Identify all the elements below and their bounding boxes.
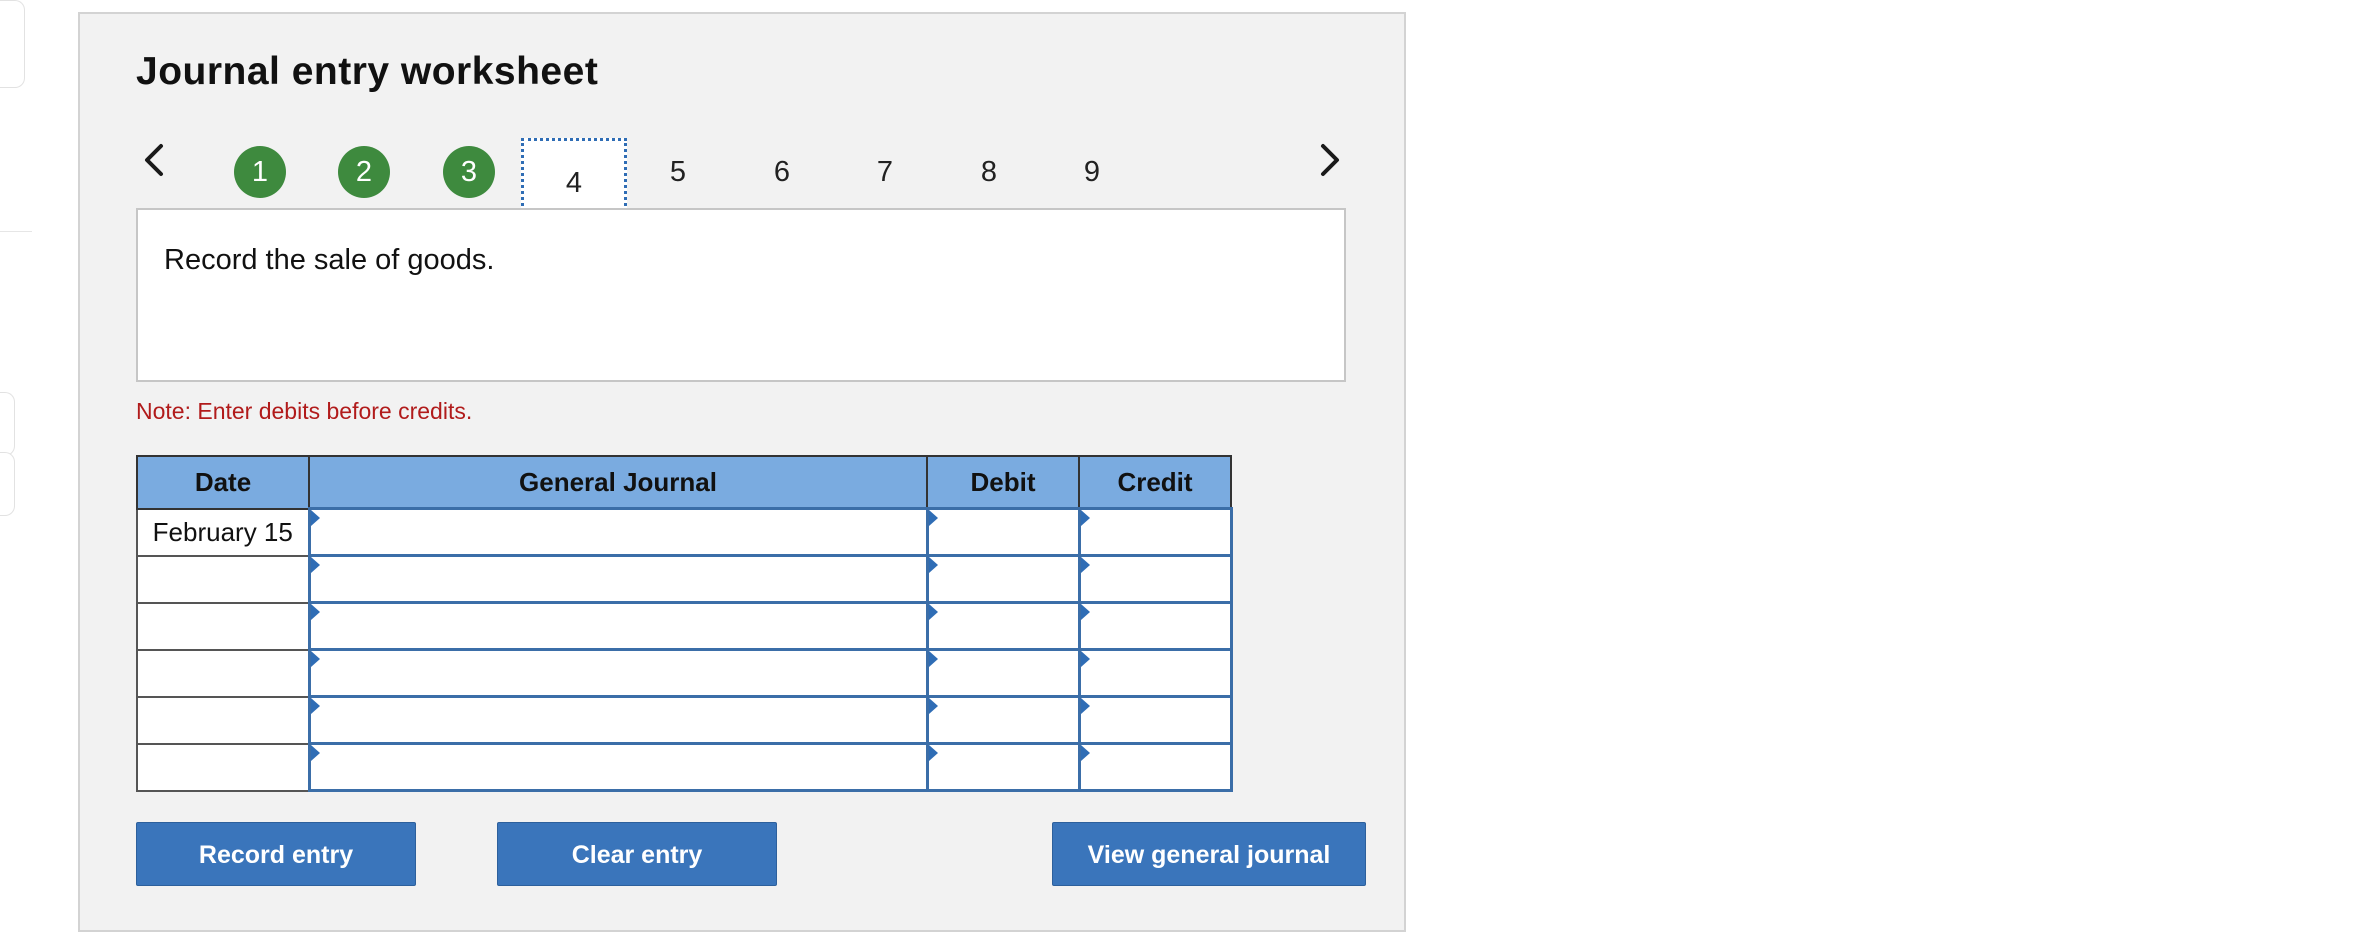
debit-input[interactable]: [925, 601, 1081, 651]
step-5[interactable]: 5: [652, 146, 704, 198]
table-row: [136, 742, 1233, 792]
account-input[interactable]: [307, 695, 929, 745]
clear-entry-button[interactable]: Clear entry: [497, 822, 777, 886]
debit-column-header: Debit: [926, 455, 1080, 510]
journal-entry-worksheet-panel: Journal entry worksheet 1 2 3 4 5 6 7 8 …: [78, 12, 1406, 932]
credit-column-header: Credit: [1078, 455, 1232, 510]
debit-input[interactable]: [925, 695, 1081, 745]
date-cell: [136, 554, 310, 604]
date-cell: [136, 648, 310, 698]
date-cell: [136, 695, 310, 745]
date-cell: [136, 742, 310, 792]
credit-input[interactable]: [1077, 507, 1233, 557]
left-edge-divider: [0, 231, 32, 232]
debit-input[interactable]: [925, 648, 1081, 698]
credit-input[interactable]: [1077, 648, 1233, 698]
left-edge-fragment-low: [0, 452, 15, 516]
journal-entry-table: Date General Journal Debit Credit Februa…: [136, 455, 1233, 792]
table-header-row: Date General Journal Debit Credit: [136, 455, 1232, 510]
general-journal-column-header: General Journal: [308, 455, 928, 510]
chevron-right-icon: [1321, 144, 1339, 176]
table-row: [136, 648, 1233, 698]
next-step-button[interactable]: [1308, 140, 1348, 180]
credit-input[interactable]: [1077, 554, 1233, 604]
step-7[interactable]: 7: [859, 146, 911, 198]
account-input[interactable]: [307, 648, 929, 698]
debit-credit-note: Note: Enter debits before credits.: [136, 398, 473, 424]
step-8[interactable]: 8: [963, 146, 1015, 198]
credit-input[interactable]: [1077, 695, 1233, 745]
account-input[interactable]: [307, 554, 929, 604]
account-input[interactable]: [307, 601, 929, 651]
instruction-text: Record the sale of goods.: [164, 244, 495, 276]
account-input[interactable]: [307, 507, 929, 557]
debit-input[interactable]: [925, 507, 1081, 557]
debit-input[interactable]: [925, 554, 1081, 604]
record-entry-button[interactable]: Record entry: [136, 822, 416, 886]
step-9[interactable]: 9: [1066, 146, 1118, 198]
credit-input[interactable]: [1077, 601, 1233, 651]
account-input[interactable]: [307, 742, 929, 792]
table-row: [136, 695, 1233, 745]
instruction-box: Record the sale of goods.: [136, 208, 1346, 382]
table-row: February 15: [136, 507, 1233, 557]
step-1[interactable]: 1: [234, 146, 286, 198]
credit-input[interactable]: [1077, 742, 1233, 792]
left-edge-fragment-mid: [0, 392, 15, 456]
view-general-journal-button[interactable]: View general journal: [1052, 822, 1366, 886]
worksheet-title: Journal entry worksheet: [136, 50, 599, 93]
left-edge-fragment-top: [0, 0, 25, 88]
debit-input[interactable]: [925, 742, 1081, 792]
step-2[interactable]: 2: [338, 146, 390, 198]
step-3[interactable]: 3: [443, 146, 495, 198]
step-6[interactable]: 6: [756, 146, 808, 198]
prev-step-button[interactable]: [136, 140, 176, 180]
table-row: [136, 554, 1233, 604]
date-cell: February 15: [136, 507, 310, 557]
table-row: [136, 601, 1233, 651]
chevron-left-icon: [145, 144, 163, 176]
date-column-header: Date: [136, 455, 310, 510]
date-cell: [136, 601, 310, 651]
